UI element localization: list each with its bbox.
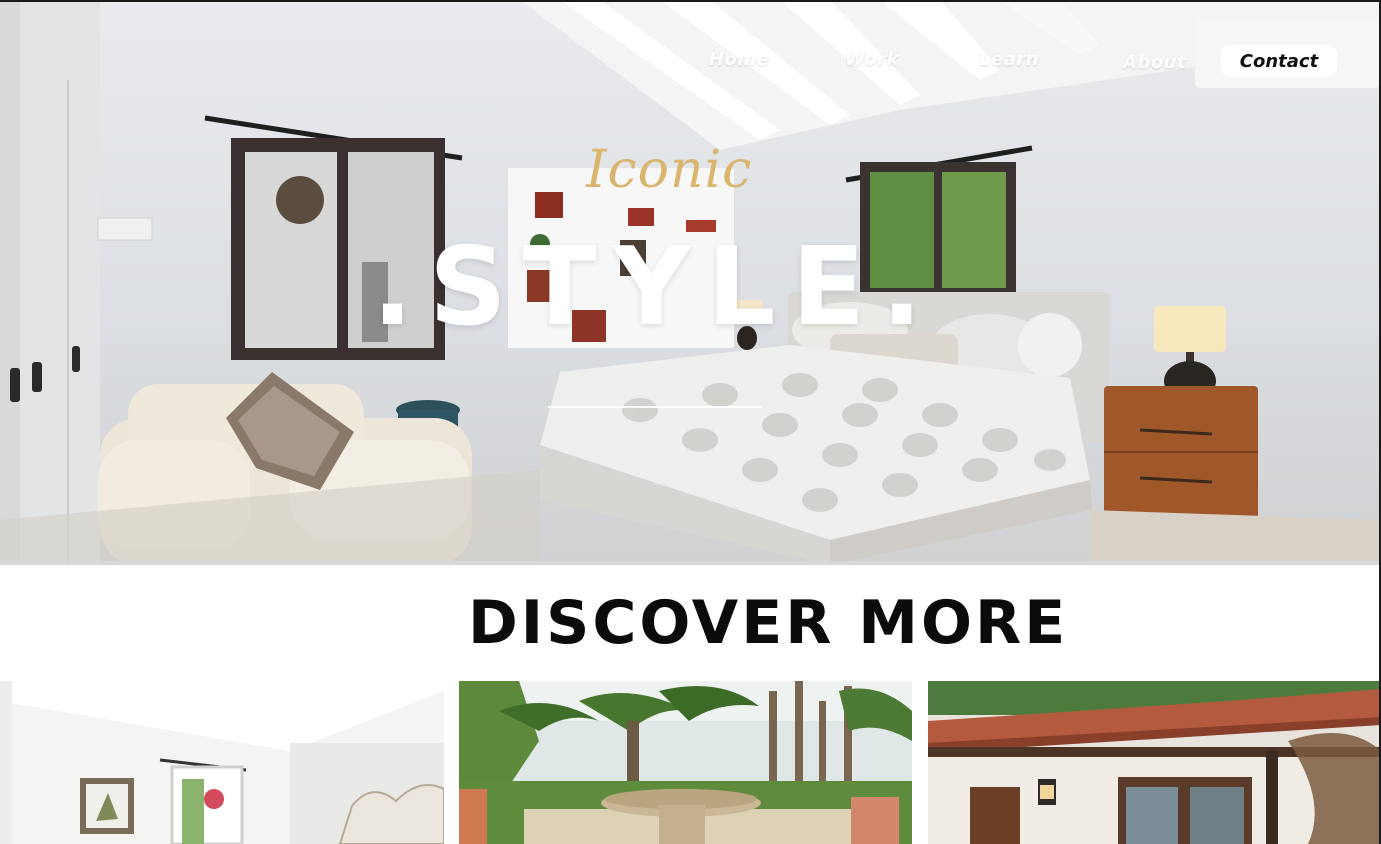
- page: Home Work Learn About Contact Iconic .ST…: [0, 0, 1381, 844]
- hero-title: .STYLE.: [372, 225, 939, 350]
- discover-card-bedroom[interactable]: [0, 681, 444, 844]
- discover-heading: DISCOVER MORE: [468, 588, 1069, 658]
- garden-fountain-image: [459, 681, 912, 844]
- page-top-border: [0, 0, 1381, 2]
- discover-card-house[interactable]: [928, 681, 1381, 844]
- nav-home-link[interactable]: Home: [709, 49, 769, 70]
- nav-about-link[interactable]: About: [1123, 52, 1186, 73]
- discover-card-garden[interactable]: [459, 681, 912, 844]
- hero-script-word: Iconic: [586, 140, 753, 200]
- nav-work-link[interactable]: Work: [845, 49, 899, 70]
- house-exterior-image: [928, 681, 1381, 844]
- nav-learn-link[interactable]: Learn: [979, 49, 1039, 70]
- nav-contact-button[interactable]: Contact: [1221, 45, 1337, 77]
- bedroom-interior-image: [0, 681, 444, 844]
- hero-divider: [548, 406, 762, 408]
- hero-section: Home Work Learn About Contact Iconic .ST…: [0, 0, 1381, 565]
